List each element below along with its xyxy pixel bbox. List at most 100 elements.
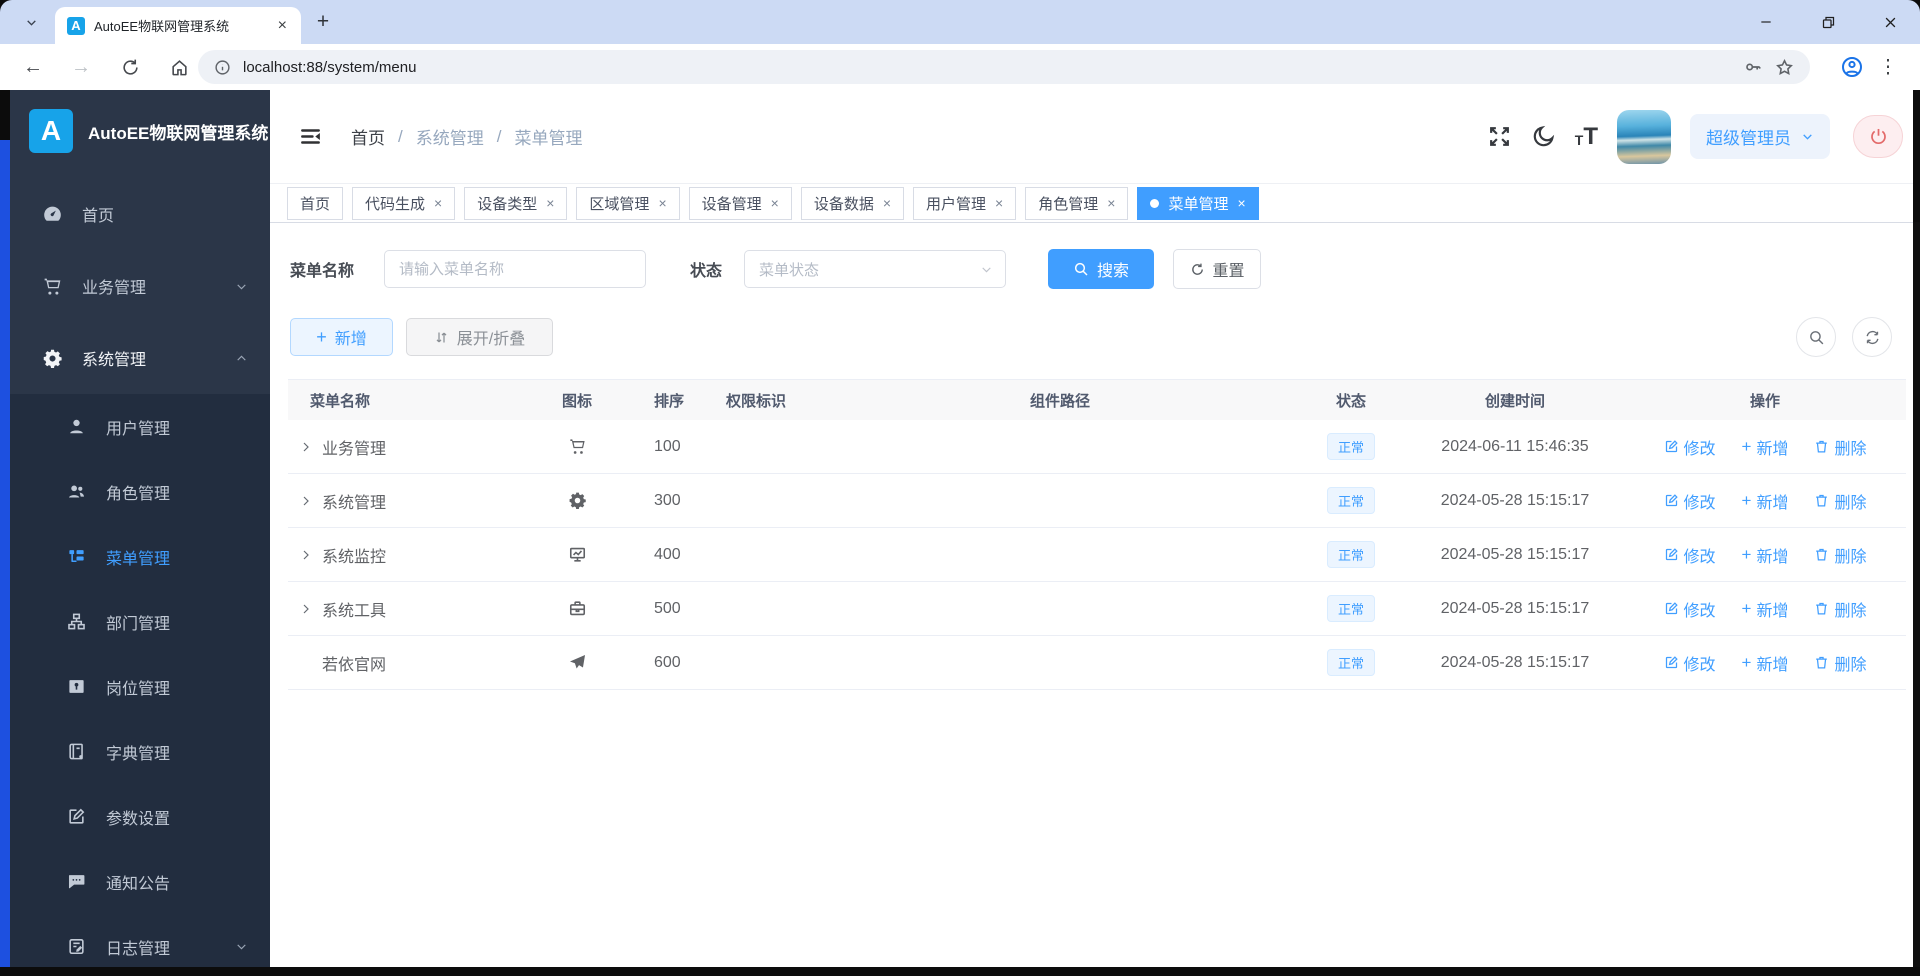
tag-close-icon[interactable]: ×	[995, 196, 1003, 210]
sidebar-item-roles[interactable]: 角色管理	[10, 459, 270, 524]
tab-search-chevron-icon[interactable]	[18, 10, 44, 34]
add-action[interactable]: + 新增	[1742, 597, 1789, 621]
bookmark-star-icon[interactable]	[1775, 58, 1794, 77]
restore-icon[interactable]	[1812, 7, 1844, 37]
edit-icon	[1665, 548, 1678, 561]
expand-row-icon[interactable]	[300, 441, 312, 453]
search-button[interactable]: 搜索	[1048, 249, 1155, 289]
tag-close-icon[interactable]: ×	[658, 196, 666, 210]
tag-codegen[interactable]: 代码生成 ×	[352, 186, 456, 220]
tag-users[interactable]: 用户管理 ×	[913, 186, 1017, 220]
edit-action[interactable]: 修改	[1664, 435, 1716, 459]
tag-device[interactable]: 设备管理 ×	[688, 186, 792, 220]
site-info-icon[interactable]	[214, 59, 231, 76]
tag-close-icon[interactable]: ×	[771, 196, 779, 210]
sidebar-item-business[interactable]: 业务管理	[10, 250, 270, 322]
delete-action-label: 删除	[1834, 548, 1867, 566]
col-header-order: 排序	[654, 392, 685, 410]
tag-close-icon[interactable]: ×	[546, 196, 554, 210]
browser-profile-icon[interactable]	[1840, 55, 1864, 79]
sidebar-item-dicts[interactable]: 字典管理	[10, 719, 270, 784]
user-role-dropdown[interactable]: 超级管理员	[1690, 114, 1830, 159]
delete-action[interactable]: 删除	[1814, 597, 1866, 621]
expand-row-icon[interactable]	[300, 495, 312, 507]
delete-action[interactable]: 删除	[1814, 651, 1866, 675]
add-action[interactable]: + 新增	[1742, 543, 1789, 567]
tree-icon	[65, 612, 87, 631]
breadcrumb-separator: /	[496, 126, 502, 146]
browser-tab[interactable]: A AutoEE物联网管理系统 ×	[55, 7, 301, 44]
tag-close-icon[interactable]: ×	[883, 196, 891, 210]
chevron-down-icon	[982, 266, 991, 273]
add-action[interactable]: + 新增	[1742, 651, 1789, 675]
message-icon	[65, 872, 87, 891]
chevron-up-icon	[235, 352, 248, 365]
active-dot	[1150, 198, 1160, 208]
plus-icon: +	[1741, 653, 1752, 672]
avatar[interactable]	[1617, 109, 1671, 164]
tag-label: 菜单管理	[1168, 195, 1229, 213]
add-button[interactable]: + 新增	[290, 318, 393, 356]
sidebar: A AutoEE物联网管理系统 首页 业务管理 系统管理 用户管理 角色管理 菜…	[10, 90, 270, 967]
back-icon[interactable]: ←	[16, 44, 50, 90]
delete-action[interactable]: 删除	[1814, 435, 1866, 459]
dark-mode-moon-icon[interactable]	[1531, 124, 1556, 149]
home-icon[interactable]	[162, 44, 196, 90]
reset-button[interactable]: 重置	[1173, 249, 1262, 289]
tag-close-icon[interactable]: ×	[434, 196, 442, 210]
sidebar-item-config[interactable]: 参数设置	[10, 784, 270, 849]
breadcrumb-system[interactable]: 系统管理	[416, 124, 484, 149]
delete-action[interactable]: 删除	[1814, 489, 1866, 513]
delete-action-label: 删除	[1834, 602, 1867, 620]
tag-region[interactable]: 区域管理 ×	[576, 186, 680, 220]
sidebar-item-home[interactable]: 首页	[10, 178, 270, 250]
delete-action-label: 删除	[1834, 656, 1867, 674]
browser-menu-kebab-icon[interactable]: ⋮	[1876, 52, 1900, 82]
edit-action[interactable]: 修改	[1664, 597, 1716, 621]
reload-icon[interactable]	[113, 44, 147, 90]
add-action[interactable]: + 新增	[1742, 435, 1789, 459]
add-action-label: 新增	[1756, 602, 1789, 620]
status-select[interactable]: 菜单状态	[744, 250, 1007, 288]
passwords-key-icon[interactable]	[1743, 57, 1763, 77]
edit-action[interactable]: 修改	[1664, 489, 1716, 513]
sidebar-item-users[interactable]: 用户管理	[10, 394, 270, 459]
sidebar-item-depts[interactable]: 部门管理	[10, 589, 270, 654]
forward-icon[interactable]: →	[64, 44, 98, 90]
show-search-toggle-button[interactable]	[1796, 317, 1836, 357]
tag-device-data[interactable]: 设备数据 ×	[800, 186, 905, 220]
sidebar-item-posts[interactable]: 岗位管理	[10, 654, 270, 719]
refresh-table-button[interactable]	[1852, 317, 1892, 357]
url-bar[interactable]: localhost:88/system/menu	[198, 50, 1810, 84]
tag-close-icon[interactable]: ×	[1237, 196, 1245, 210]
close-icon[interactable]	[1874, 7, 1906, 37]
new-tab-button[interactable]: +	[310, 9, 336, 35]
edit-action[interactable]: 修改	[1664, 651, 1716, 675]
expand-row-icon[interactable]	[300, 603, 312, 615]
sidebar-item-logs[interactable]: 日志管理	[10, 914, 270, 967]
edit-action[interactable]: 修改	[1664, 543, 1716, 567]
app-logo[interactable]: A AutoEE物联网管理系统	[10, 90, 270, 172]
delete-action[interactable]: 删除	[1814, 543, 1866, 567]
tag-label: 首页	[300, 195, 331, 213]
sidebar-item-system[interactable]: 系统管理	[10, 322, 270, 394]
sidebar-item-notices[interactable]: 通知公告	[10, 849, 270, 914]
tag-device-type[interactable]: 设备类型 ×	[464, 186, 568, 220]
tab-close-icon[interactable]: ×	[274, 16, 291, 36]
expand-row-icon[interactable]	[300, 549, 312, 561]
expand-collapse-button[interactable]: 展开/折叠	[406, 318, 553, 356]
minimize-icon[interactable]	[1750, 7, 1782, 37]
breadcrumb-home[interactable]: 首页	[351, 124, 385, 149]
url-text[interactable]: localhost:88/system/menu	[243, 59, 416, 76]
tag-menus-active[interactable]: 菜单管理 ×	[1137, 186, 1259, 220]
sidebar-fold-icon[interactable]	[294, 120, 327, 153]
logout-power-button[interactable]	[1853, 115, 1903, 158]
tag-home[interactable]: 首页	[287, 186, 344, 220]
menu-name-input[interactable]	[384, 250, 647, 288]
tag-roles[interactable]: 角色管理 ×	[1025, 186, 1129, 220]
sidebar-item-menus[interactable]: 菜单管理	[10, 524, 270, 589]
fullscreen-icon[interactable]	[1487, 124, 1512, 149]
tag-close-icon[interactable]: ×	[1107, 196, 1115, 210]
font-size-icon[interactable]: TT	[1575, 124, 1598, 148]
add-action[interactable]: + 新增	[1742, 489, 1789, 513]
